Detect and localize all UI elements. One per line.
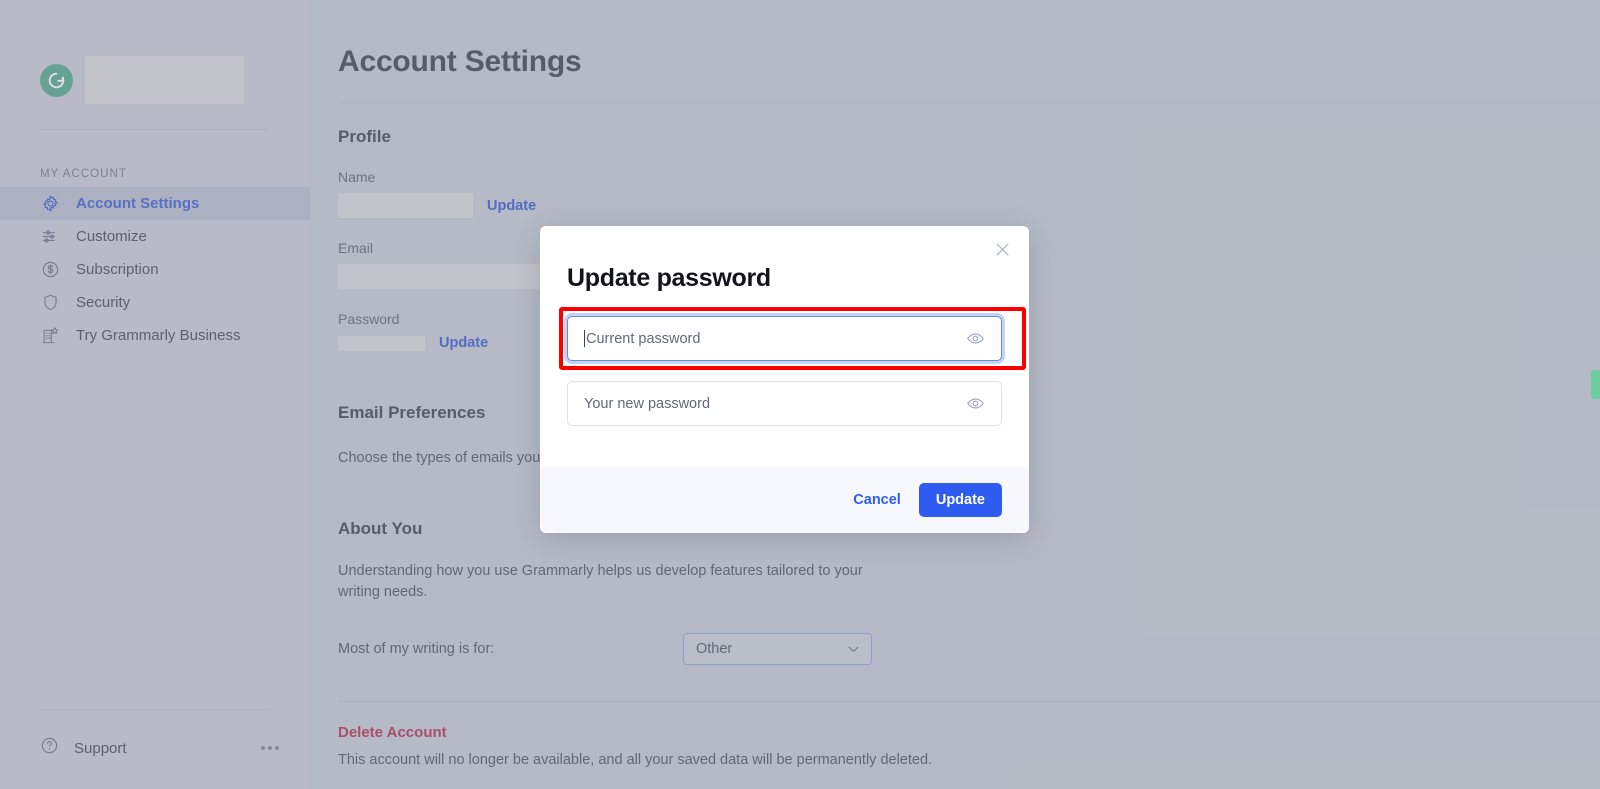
new-password-input[interactable]: Your new password [567,381,1002,426]
feedback-tab[interactable] [1591,370,1600,399]
new-password-wrap: Your new password [567,381,1002,426]
cancel-button[interactable]: Cancel [853,492,901,508]
eye-icon[interactable] [966,394,985,413]
text-caret [584,330,585,347]
update-password-modal: Update password Current password Your ne… [540,226,1029,533]
modal-footer: Cancel Update [540,467,1029,533]
current-password-input[interactable]: Current password [567,316,1002,361]
update-button[interactable]: Update [918,483,1002,517]
app-root: MY ACCOUNT Account Settings Customize Su… [0,0,1600,789]
modal-body: Update password Current password Your ne… [540,226,1029,467]
new-password-placeholder: Your new password [584,395,711,412]
close-icon[interactable] [991,238,1013,260]
eye-icon[interactable] [966,329,985,348]
modal-title: Update password [567,264,771,292]
current-password-wrap: Current password [559,307,1026,370]
current-password-placeholder: Current password [586,330,701,347]
